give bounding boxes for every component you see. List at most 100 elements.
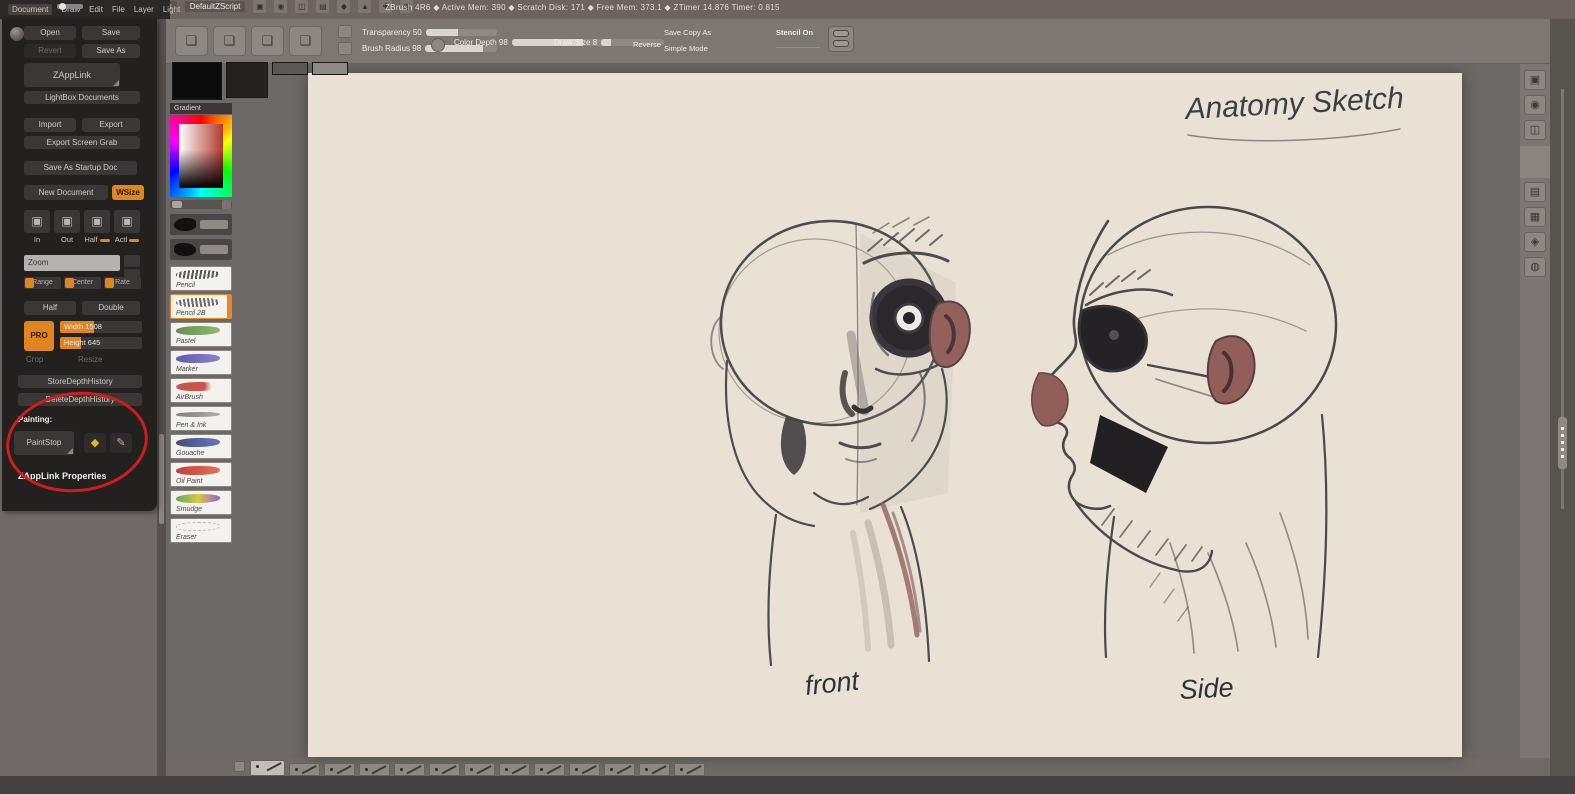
brush-preset-card[interactable]: Eraser — [170, 518, 232, 543]
new-document-button[interactable]: New Document — [24, 185, 108, 200]
brush-preset-card[interactable]: Marker — [170, 350, 232, 375]
pencil-tab[interactable] — [639, 763, 670, 776]
import-button[interactable]: Import — [24, 118, 76, 132]
titlebar-palette-icon[interactable]: ◉ — [274, 0, 288, 13]
shelf-round-toggle[interactable] — [431, 38, 445, 52]
gradient-header[interactable]: Gradient — [170, 103, 232, 114]
right-tray-divider[interactable] — [1550, 19, 1575, 794]
shelf-tool-button-4[interactable]: ❏ — [289, 26, 322, 56]
right-shelf-button-2[interactable]: ◉ — [1524, 95, 1546, 115]
brush-preset-card[interactable]: Smudge — [170, 490, 232, 515]
pencil-tab[interactable] — [289, 763, 320, 776]
shelf-tool-button-2[interactable]: ❏ — [213, 26, 246, 56]
crop-button-disabled[interactable]: Crop — [26, 355, 43, 364]
pencil-tab[interactable] — [394, 763, 425, 776]
shelf-tool-button-3[interactable]: ❏ — [251, 26, 284, 56]
width-slider[interactable]: Width 1508 — [60, 321, 142, 333]
rate-slider[interactable]: Rate — [104, 277, 141, 289]
color-picker-sv-square[interactable] — [179, 124, 223, 188]
save-as-button[interactable]: Save As — [82, 44, 140, 58]
shelf-tool-button-1[interactable]: ❏ — [175, 26, 208, 56]
secondary-color-swatch[interactable] — [226, 62, 268, 98]
stencil-mini-slider[interactable] — [776, 47, 820, 48]
color-picker[interactable] — [170, 115, 232, 197]
menu-item-edit[interactable]: Edit — [89, 5, 103, 14]
default-zscript-button[interactable]: DefaultZScript — [184, 1, 246, 12]
paintstop-button[interactable]: PaintStop — [14, 431, 74, 455]
reverse-button[interactable]: Reverse — [633, 39, 661, 50]
pencil-tab[interactable] — [534, 763, 565, 776]
right-shelf-button-3[interactable]: ◫ — [1524, 120, 1546, 140]
save-copy-button[interactable]: Save Copy As — [664, 27, 711, 38]
right-shelf-button-1[interactable]: ▣ — [1524, 70, 1546, 90]
pencil-tab[interactable] — [429, 763, 460, 776]
zoom-grab-mini-button[interactable] — [124, 255, 140, 267]
save-button[interactable]: Save — [82, 26, 140, 40]
titlebar-palette-icon[interactable]: ▤ — [316, 0, 330, 13]
strip-slider-toggle[interactable] — [222, 200, 231, 209]
brush-preset-card[interactable]: AirBrush — [170, 378, 232, 403]
pencil-tab[interactable] — [464, 763, 495, 776]
half-button[interactable]: Half — [24, 301, 76, 315]
range-slider[interactable]: Range — [24, 277, 61, 289]
menu-item-file[interactable]: File — [112, 5, 125, 14]
tray-grip-handle[interactable] — [159, 434, 164, 524]
brush-preset-card[interactable]: Pen & Ink — [170, 406, 232, 431]
titlebar-palette-icon[interactable]: ◆ — [337, 0, 351, 13]
titlebar-palette-icon[interactable]: ◫ — [295, 0, 309, 13]
paintstop-diamond-icon[interactable]: ◆ — [84, 433, 106, 453]
brush-preset-card[interactable]: Gouache — [170, 434, 232, 459]
export-screen-grab-button[interactable]: Export Screen Grab — [24, 136, 140, 149]
menu-item-document[interactable]: Document — [8, 4, 53, 15]
simple-mode-button[interactable]: Simple Mode — [664, 43, 708, 54]
blender-tool-card[interactable] — [170, 239, 232, 260]
zoom-actual-icon-button[interactable]: ▣ — [114, 210, 140, 233]
paintstop-strip-slider[interactable] — [170, 200, 232, 209]
menu-item-light[interactable]: Light — [163, 5, 180, 14]
pencil-tab[interactable] — [674, 763, 705, 776]
export-button[interactable]: Export — [82, 118, 140, 132]
revert-button[interactable]: Revert — [24, 44, 76, 58]
strip-slider-handle[interactable] — [172, 201, 182, 208]
brush-preset-card[interactable]: Oil Paint — [170, 462, 232, 487]
titlebar-palette-icon[interactable]: ▲ — [358, 0, 372, 13]
resize-button-disabled[interactable]: Resize — [78, 355, 102, 364]
see-through-slider-handle[interactable] — [58, 3, 66, 10]
left-tray-divider[interactable] — [157, 19, 166, 790]
pencil-tab[interactable] — [604, 763, 635, 776]
right-shelf-button-4[interactable]: ▤ — [1524, 182, 1546, 202]
pencil-tab[interactable] — [499, 763, 530, 776]
brush-preset-card[interactable]: Pastel — [170, 322, 232, 347]
primary-color-swatch[interactable] — [172, 62, 222, 100]
stencil-on-button[interactable]: Stencil On — [776, 27, 813, 38]
bottom-tray-toggle[interactable] — [234, 761, 245, 772]
height-slider[interactable]: Height 645 — [60, 337, 142, 349]
zapplink-button[interactable]: ZAppLink — [24, 63, 120, 87]
paintstop-brush-icon[interactable]: ✎ — [110, 433, 132, 453]
zoom-out-icon-button[interactable]: ▣ — [54, 210, 80, 233]
center-slider[interactable]: Center — [64, 277, 101, 289]
stroke-widget-icon[interactable] — [828, 26, 854, 52]
titlebar-palette-icon[interactable]: ▣ — [253, 0, 267, 13]
brush-preset-card-selected[interactable]: Pencil 2B — [170, 294, 232, 319]
zoom-in-icon-button[interactable]: ▣ — [24, 210, 50, 233]
right-shelf-button-7[interactable]: ◍ — [1524, 257, 1546, 277]
brush-preset-card[interactable]: Pencil — [170, 266, 232, 291]
zoom-half-icon-button[interactable]: ▣ — [84, 210, 110, 233]
double-button[interactable]: Double — [82, 301, 140, 315]
lightbox-documents-button[interactable]: LightBox Documents — [24, 91, 140, 104]
document-paper[interactable]: Anatomy Sketch front Side — [308, 73, 1462, 757]
save-as-startup-doc-button[interactable]: Save As Startup Doc — [24, 161, 137, 175]
palette-icon[interactable] — [10, 27, 24, 41]
shelf-mini-button-bottom[interactable] — [338, 42, 352, 55]
wsize-button[interactable]: WSize — [112, 185, 144, 200]
pencil-tab[interactable] — [359, 763, 390, 776]
open-button[interactable]: Open — [24, 26, 76, 40]
shelf-mini-button-top[interactable] — [338, 25, 352, 38]
smudge-tool-card[interactable] — [170, 214, 232, 235]
store-depth-history-button[interactable]: StoreDepthHistory — [18, 375, 142, 388]
pencil-tab-selected[interactable] — [250, 760, 285, 776]
gray-swatch-light[interactable] — [312, 62, 348, 75]
see-through-slider[interactable] — [56, 3, 83, 10]
gray-swatch-dark[interactable] — [272, 62, 308, 75]
